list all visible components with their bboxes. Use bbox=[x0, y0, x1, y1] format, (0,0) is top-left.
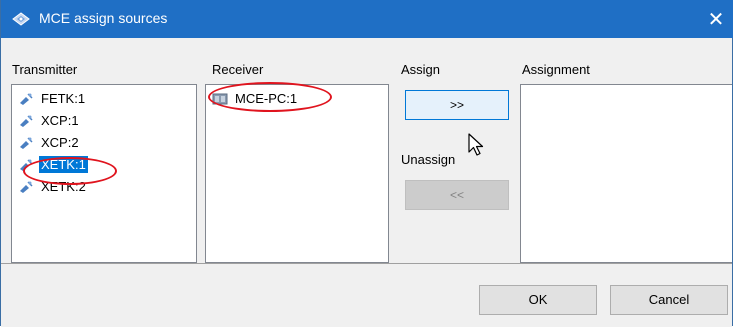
signal-source-icon bbox=[20, 158, 33, 171]
dialog-window: MCE assign sources ✕ Transmitter FETK:1 … bbox=[0, 0, 733, 327]
ok-button[interactable]: OK bbox=[479, 285, 597, 315]
assignment-list[interactable] bbox=[520, 84, 732, 263]
transmitter-list[interactable]: FETK:1 XCP:1 XCP:2 XETK:1 XETK:2 bbox=[11, 84, 197, 263]
window-title: MCE assign sources bbox=[39, 10, 168, 26]
list-item-label: MCE-PC:1 bbox=[235, 91, 298, 106]
title-bar[interactable]: MCE assign sources ✕ bbox=[1, 0, 733, 38]
signal-source-icon bbox=[20, 114, 33, 127]
assign-button[interactable]: >> bbox=[405, 90, 509, 120]
list-item-label: XCP:2 bbox=[41, 135, 79, 150]
assign-pane: Assign >> Unassign << bbox=[389, 38, 519, 263]
receiver-list[interactable]: MCE-PC:1 bbox=[205, 84, 389, 263]
list-item-label: XCP:1 bbox=[41, 113, 79, 128]
list-item[interactable]: MCE-PC:1 bbox=[212, 90, 299, 107]
assign-header: Assign bbox=[401, 62, 441, 77]
receiver-header: Receiver bbox=[212, 62, 264, 77]
list-item-label: XETK:2 bbox=[41, 179, 86, 194]
assignment-header: Assignment bbox=[522, 62, 590, 77]
transmitter-header: Transmitter bbox=[12, 62, 78, 77]
list-item-label: XETK:1 bbox=[39, 156, 88, 173]
mouse-pointer-icon bbox=[468, 133, 484, 156]
signal-source-icon bbox=[20, 92, 33, 105]
satellite-dish-icon bbox=[12, 12, 30, 26]
computer-icon bbox=[212, 93, 228, 104]
dialog-client-area: Transmitter FETK:1 XCP:1 XCP:2 XETK:1 XE… bbox=[1, 38, 732, 327]
button-bar: OK Cancel bbox=[1, 263, 732, 327]
list-item[interactable]: XCP:2 bbox=[18, 134, 81, 151]
cancel-button[interactable]: Cancel bbox=[610, 285, 728, 315]
signal-source-icon bbox=[20, 136, 33, 149]
signal-source-icon bbox=[20, 180, 33, 193]
close-button[interactable]: ✕ bbox=[698, 0, 733, 38]
list-item-selected[interactable]: XETK:1 bbox=[18, 156, 88, 173]
close-icon: ✕ bbox=[707, 8, 725, 31]
list-item[interactable]: XETK:2 bbox=[18, 178, 88, 195]
unassign-button[interactable]: << bbox=[405, 180, 509, 210]
unassign-heading: Unassign bbox=[401, 152, 456, 167]
list-item[interactable]: FETK:1 bbox=[18, 90, 87, 107]
list-item-label: FETK:1 bbox=[41, 91, 86, 106]
list-item[interactable]: XCP:1 bbox=[18, 112, 81, 129]
